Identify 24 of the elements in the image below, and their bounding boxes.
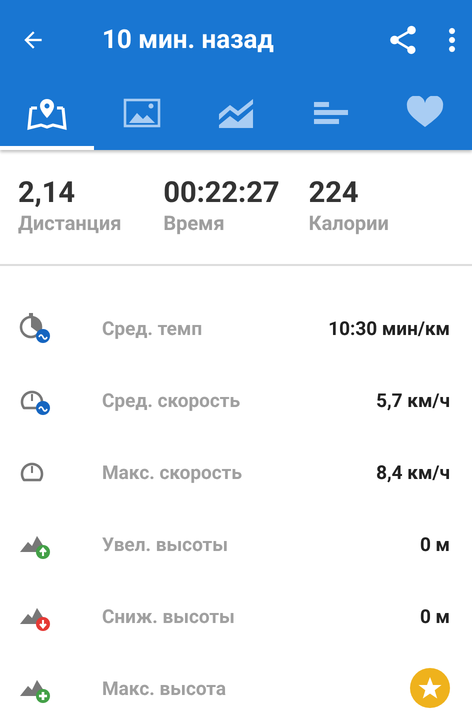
star-badge-icon[interactable]	[410, 668, 450, 708]
stat-value: 00:22:27	[163, 176, 280, 210]
heart-icon	[404, 96, 445, 130]
metric-value: 0 м	[420, 604, 450, 628]
metric-label: Увел. высоты	[102, 532, 229, 556]
stat-label: Дистанция	[18, 210, 122, 236]
more-menu-button[interactable]	[448, 27, 456, 53]
metric-value: 5,7 км/ч	[376, 388, 450, 412]
map-pin-icon	[27, 96, 68, 130]
metric-value: 8,4 км/ч	[376, 460, 450, 484]
metric-label: Сниж. высоты	[102, 604, 236, 628]
metric-value: 0 м	[420, 532, 450, 556]
metric-label: Сред. темп	[102, 316, 204, 340]
metric-label: Сред. скорость	[102, 388, 242, 412]
stat-value: 224	[308, 176, 360, 210]
stopwatch-icon	[18, 312, 52, 344]
stat-value: 2,14	[18, 176, 76, 210]
stat-label: Время	[163, 210, 226, 236]
metric-label: Макс. скорость	[102, 460, 243, 484]
image-icon	[122, 96, 162, 130]
stat-label: Калории	[308, 210, 390, 236]
metric-value: 10:30 мин/км	[328, 316, 450, 340]
metric-label: Макс. высота	[102, 676, 228, 700]
app-bar-title: 10 мин. назад	[102, 25, 275, 55]
